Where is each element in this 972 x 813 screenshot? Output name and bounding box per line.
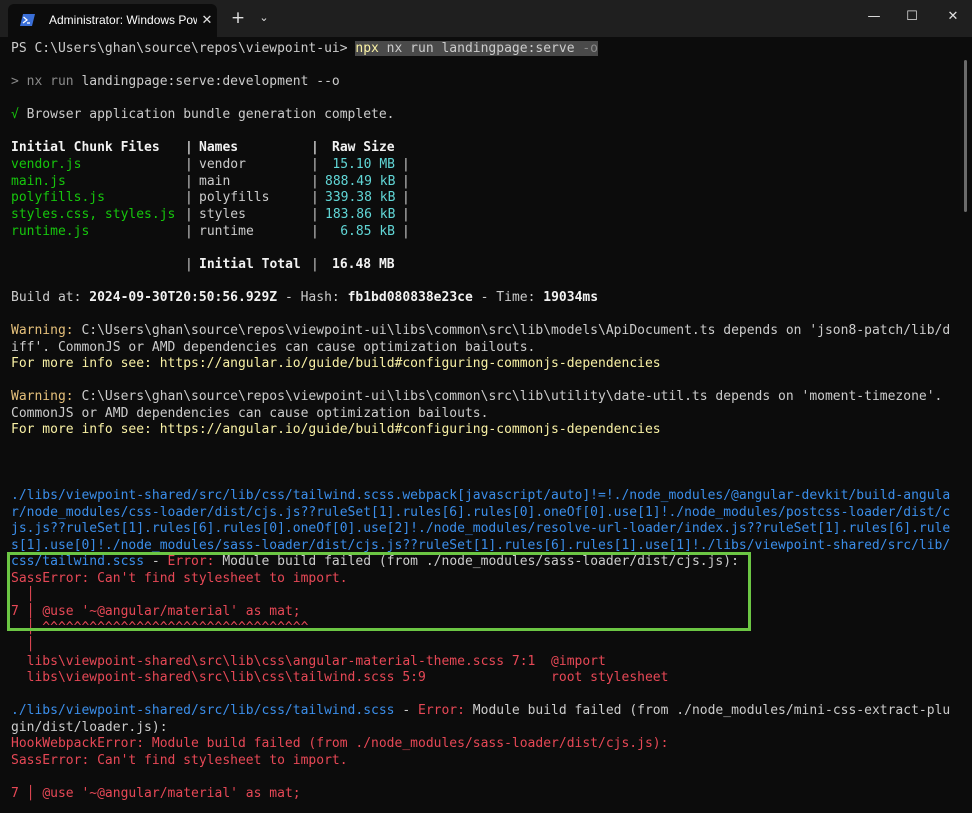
bundle-complete-line: √ Browser application bundle generation … bbox=[11, 107, 395, 122]
error-path-line: ./libs/viewpoint-shared/src/lib/css/tail… bbox=[11, 488, 951, 503]
command-flag: -o bbox=[582, 41, 599, 56]
info-line: For more info see: https://angular.io/gu… bbox=[11, 356, 661, 371]
error-path-line: r/node_modules/css-loader/dist/cjs.js??r… bbox=[11, 505, 951, 520]
warning-line: iff'. CommonJS or AMD dependencies can c… bbox=[11, 340, 536, 355]
powershell-icon bbox=[20, 14, 35, 26]
error-header-line: css/tailwind.scss - Error: Module build … bbox=[11, 554, 739, 569]
sass-error-line: SassError: Can't find stylesheet to impo… bbox=[11, 571, 348, 586]
build-info-line: Build at: 2024-09-30T20:50:56.929Z - Has… bbox=[11, 290, 599, 305]
error-path-line: s[1].use[0]!./node_modules/sass-loader/d… bbox=[11, 538, 951, 553]
tab-dropdown-icon[interactable]: ⌄ bbox=[255, 4, 273, 32]
check-icon: √ bbox=[11, 107, 19, 122]
warning-line: Warning: C:\Users\ghan\source\repos\view… bbox=[11, 323, 951, 338]
terminal-tab[interactable]: Administrator: Windows PowerShell ✕ bbox=[8, 4, 217, 37]
command-npx: npx bbox=[355, 41, 379, 56]
nx-run-line: > nx run landingpage:serve:development -… bbox=[11, 74, 340, 89]
error-message-line: gin/dist/loader.js): bbox=[11, 720, 168, 735]
terminal-output[interactable]: PS C:\Users\ghan\source\repos\viewpoint-… bbox=[11, 40, 955, 810]
warning-line: Warning: C:\Users\ghan\source\repos\view… bbox=[11, 389, 943, 404]
error-path-line: js.js??ruleSet[1].rules[6].rules[0].oneO… bbox=[11, 521, 951, 536]
prompt-line: PS C:\Users\ghan\source\repos\viewpoint-… bbox=[11, 40, 599, 57]
info-line: For more info see: https://angular.io/gu… bbox=[11, 422, 661, 437]
prompt: PS C:\Users\ghan\source\repos\viewpoint-… bbox=[11, 41, 356, 56]
code-gutter-line: │ bbox=[11, 587, 35, 602]
title-bar: Administrator: Windows PowerShell ✕ + ⌄ … bbox=[0, 0, 972, 37]
scrollbar[interactable] bbox=[964, 60, 967, 212]
warning-line: CommonJS or AMD dependencies can cause o… bbox=[11, 406, 489, 421]
hook-error-line: HookWebpackError: Module build failed (f… bbox=[11, 736, 669, 751]
code-gutter-line: │ bbox=[11, 637, 35, 652]
maximize-button[interactable]: ☐ bbox=[890, 0, 934, 33]
caret-line: │ ^^^^^^^^^^^^^^^^^^^^^^^^^^^^^^^^^^ bbox=[11, 620, 309, 635]
close-window-button[interactable]: ✕ bbox=[931, 0, 972, 33]
error-header-line: ./libs/viewpoint-shared/src/lib/css/tail… bbox=[11, 703, 951, 718]
new-tab-button[interactable]: + bbox=[227, 4, 249, 32]
command-text: nx run landingpage:serve bbox=[378, 41, 583, 56]
stack-trace-line: libs\viewpoint-shared\src\lib\css\angula… bbox=[11, 654, 606, 669]
close-tab-icon[interactable]: ✕ bbox=[198, 4, 216, 37]
code-line: 7 │ @use '~@angular/material' as mat; bbox=[11, 604, 301, 619]
stack-trace-line: libs\viewpoint-shared\src\lib\css\tailwi… bbox=[11, 670, 669, 685]
tab-title: Administrator: Windows PowerShell bbox=[49, 13, 197, 27]
sass-error-line: SassError: Can't find stylesheet to impo… bbox=[11, 753, 348, 768]
code-line: 7 │ @use '~@angular/material' as mat; bbox=[11, 786, 301, 801]
